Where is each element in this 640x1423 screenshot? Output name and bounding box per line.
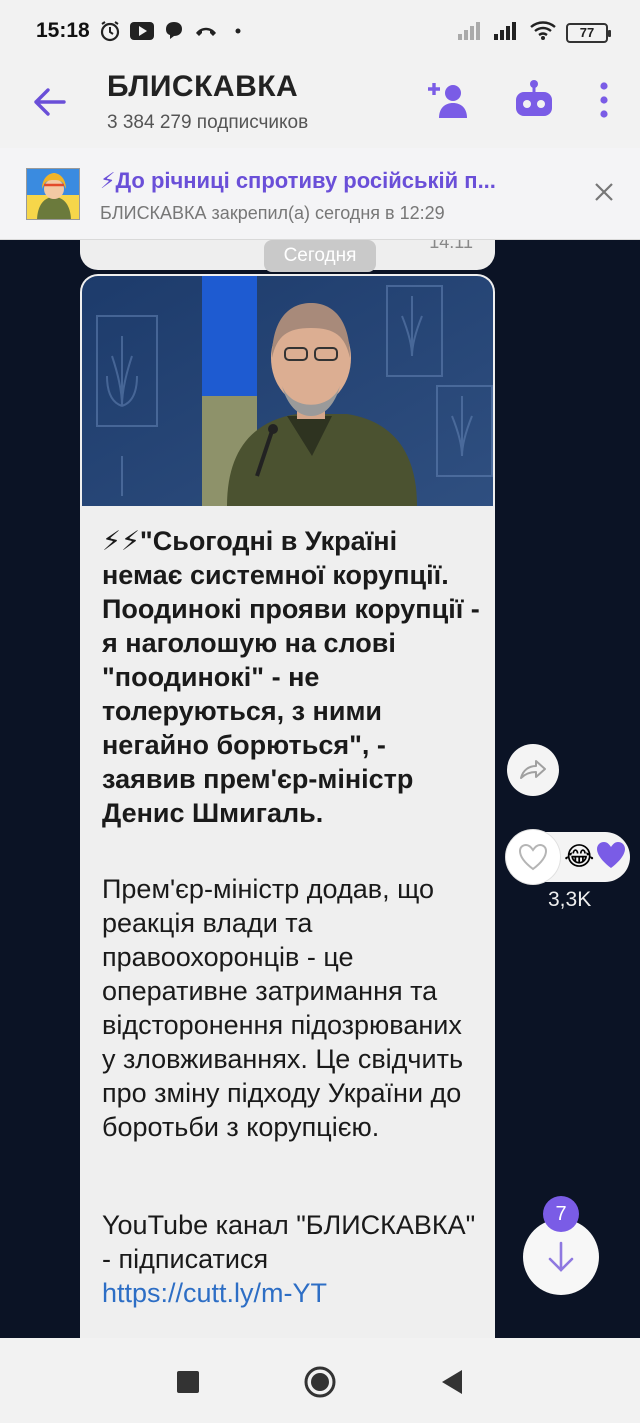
battery-icon: 77: [566, 22, 611, 43]
status-bar: 15:18 77: [0, 0, 640, 62]
post-image[interactable]: [82, 276, 493, 506]
system-nav-bar: [0, 1338, 640, 1423]
signal-icon: [494, 20, 520, 45]
pinned-message-bar[interactable]: ⚡До річниці спротиву російській п... БЛИ…: [0, 148, 640, 240]
more-options-icon[interactable]: [584, 78, 624, 122]
add-member-icon[interactable]: [426, 78, 470, 122]
chat-header: БЛИСКАВКА 3 384 279 подписчиков: [0, 62, 640, 148]
signal-icon: [458, 20, 484, 45]
reaction-count: 3,3K: [548, 888, 592, 911]
channel-post[interactable]: ⚡⚡"Сьогодні в Україні немає системної ко…: [80, 274, 495, 1344]
status-time: 15:18: [36, 19, 90, 42]
date-separator: Сегодня: [264, 240, 376, 272]
share-button[interactable]: [507, 744, 559, 796]
pinned-subtitle: БЛИСКАВКА закрепил(а) сегодня в 12:29: [100, 203, 445, 223]
youtube-icon: [130, 20, 154, 42]
subscriber-count: 3 384 279 подписчиков: [107, 112, 309, 133]
alarm-icon: [98, 20, 122, 42]
reactions-bar[interactable]: 😂: [506, 830, 630, 884]
home-icon[interactable]: [302, 1364, 338, 1400]
youtube-link[interactable]: https://cutt.ly/m-YT: [102, 1278, 327, 1308]
wifi-icon: [530, 20, 556, 45]
purple-heart-icon: [596, 841, 626, 874]
bot-icon[interactable]: [512, 78, 556, 122]
call-icon: [194, 20, 218, 42]
post-body: Прем'єр-міністр додав, що реакція влади …: [102, 874, 464, 1142]
recents-icon[interactable]: [172, 1366, 204, 1398]
close-icon[interactable]: [592, 180, 616, 204]
pinned-avatar: [26, 168, 80, 220]
like-heart-icon[interactable]: [506, 830, 560, 884]
unread-badge: 7: [543, 1196, 579, 1232]
status-icons-right: 77: [458, 20, 611, 45]
dot-icon: [226, 20, 250, 42]
post-headline: ⚡⚡"Сьогодні в Україні немає системної ко…: [102, 526, 480, 828]
post-youtube-text: YouTube канал "БЛИСКАВКА" - підписатися …: [102, 1208, 482, 1310]
pinned-title: ⚡До річниці спротиву російській п...: [100, 168, 496, 193]
status-icons-left: [98, 20, 250, 42]
viber-icon: [162, 20, 186, 42]
channel-title[interactable]: БЛИСКАВКА: [107, 70, 298, 104]
back-nav-icon[interactable]: [436, 1366, 468, 1398]
back-button[interactable]: [30, 82, 70, 122]
laughing-emoji-icon: 😂: [564, 841, 595, 871]
youtube-promo: YouTube канал "БЛИСКАВКА" - підписатися: [102, 1210, 476, 1274]
